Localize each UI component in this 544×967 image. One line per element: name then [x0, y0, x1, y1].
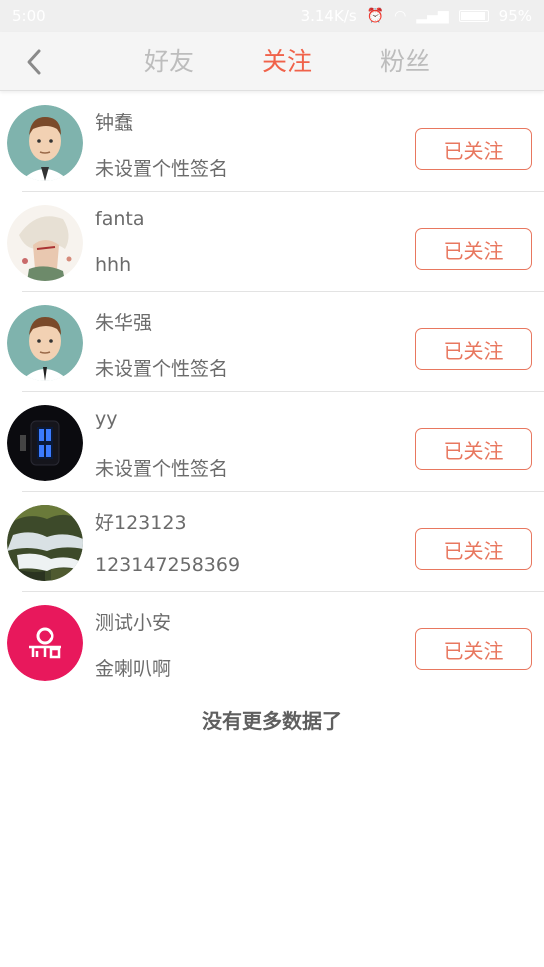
- back-button[interactable]: [16, 42, 52, 82]
- top-nav-bar: 好友 关注 粉丝: [0, 32, 544, 91]
- followed-button[interactable]: 已关注: [415, 228, 532, 270]
- list-item[interactable]: fanta hhh 已关注: [0, 192, 544, 292]
- waterfall-photo-avatar[interactable]: [7, 505, 83, 581]
- following-list: 钟蠢 未设置个性签名 已关注 fanta hhh 已关注 朱华强 未设置个性签名…: [0, 92, 544, 692]
- tab-bar: 好友 关注 粉丝: [110, 32, 464, 91]
- list-item[interactable]: 朱华强 未设置个性签名 已关注: [0, 292, 544, 392]
- alarm-icon: ⏰: [366, 8, 385, 24]
- cartoon-man-avatar[interactable]: [7, 305, 83, 381]
- user-signature: hhh: [95, 254, 132, 276]
- followed-button[interactable]: 已关注: [415, 628, 532, 670]
- status-indicators: 3.14K/s ⏰ ◠ ▂▄▆ 95%: [301, 7, 532, 25]
- chevron-left-icon: [27, 49, 41, 75]
- user-signature: 金喇叭啊: [95, 658, 172, 680]
- no-more-data-text: 没有更多数据了: [202, 709, 342, 733]
- followed-button[interactable]: 已关注: [415, 528, 532, 570]
- list-item[interactable]: 测试小安 金喇叭啊 已关注: [0, 592, 544, 692]
- status-time: 5:00: [12, 7, 46, 25]
- user-name: fanta: [95, 208, 145, 230]
- anime-character-avatar[interactable]: [7, 205, 83, 281]
- followed-button[interactable]: 已关注: [415, 428, 532, 470]
- user-name: yy: [95, 408, 118, 430]
- tab-following[interactable]: 关注: [228, 32, 346, 91]
- list-item[interactable]: yy 未设置个性签名 已关注: [0, 392, 544, 492]
- tab-friends[interactable]: 好友: [110, 32, 228, 91]
- cartoon-man-avatar[interactable]: [7, 105, 83, 181]
- user-name: 好123123: [95, 512, 187, 534]
- user-name: 钟蠢: [95, 112, 134, 134]
- wifi-icon: ◠: [394, 8, 407, 24]
- user-signature: 未设置个性签名: [95, 158, 229, 180]
- user-signature: 未设置个性签名: [95, 358, 229, 380]
- battery-level: 95%: [498, 7, 532, 25]
- list-item[interactable]: 好123123 123147258369 已关注: [0, 492, 544, 592]
- brand-logo-avatar[interactable]: [7, 605, 83, 681]
- network-speed: 3.14K/s: [300, 7, 357, 25]
- digital-watch-avatar[interactable]: [7, 405, 83, 481]
- user-name: 朱华强: [95, 312, 153, 334]
- followed-button[interactable]: 已关注: [415, 328, 532, 370]
- battery-icon: [458, 10, 489, 22]
- user-name: 测试小安: [95, 612, 172, 634]
- list-item[interactable]: 钟蠢 未设置个性签名 已关注: [0, 92, 544, 192]
- tab-followers[interactable]: 粉丝: [346, 32, 464, 91]
- user-signature: 未设置个性签名: [95, 458, 229, 480]
- status-bar: 5:00 3.14K/s ⏰ ◠ ▂▄▆ 95%: [0, 0, 544, 32]
- signal-icon: ▂▄▆: [416, 8, 449, 24]
- followed-button[interactable]: 已关注: [415, 128, 532, 170]
- user-signature: 123147258369: [95, 554, 241, 576]
